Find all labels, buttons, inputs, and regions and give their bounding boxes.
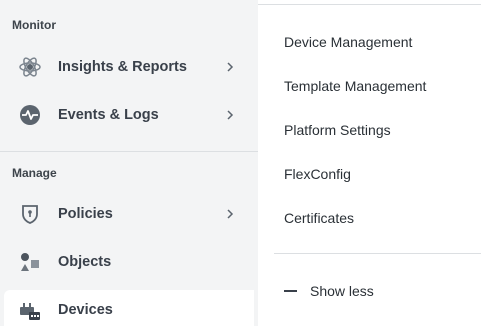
- sidebar-item-devices[interactable]: Devices: [4, 290, 254, 326]
- panel-divider-top: [258, 4, 481, 5]
- show-less-label: Show less: [310, 283, 374, 299]
- sidebar-item-insights-reports[interactable]: Insights & Reports: [4, 45, 254, 89]
- sidebar-item-label: Events & Logs: [58, 107, 159, 123]
- minus-icon: [284, 290, 297, 292]
- sidebar-item-label: Objects: [58, 254, 112, 270]
- chevron-right-icon: [224, 208, 236, 220]
- submenu-platform-settings[interactable]: Platform Settings: [284, 122, 391, 138]
- sidebar-item-label: Insights & Reports: [58, 59, 187, 75]
- insights-icon: [18, 55, 42, 79]
- shield-icon: [18, 202, 42, 226]
- sidebar-item-objects[interactable]: Objects: [4, 240, 254, 284]
- panel-divider: [274, 253, 481, 254]
- submenu-flexconfig[interactable]: FlexConfig: [284, 166, 351, 182]
- sidebar-item-policies[interactable]: Policies: [4, 192, 254, 236]
- devices-icon: [18, 298, 42, 322]
- show-less-button[interactable]: Show less: [284, 282, 374, 300]
- sidebar-item-events-logs[interactable]: Events & Logs: [4, 93, 254, 137]
- chevron-right-icon: [224, 61, 236, 73]
- objects-icon: [18, 250, 42, 274]
- submenu-certificates[interactable]: Certificates: [284, 210, 354, 226]
- monitor-section-title: Monitor: [12, 18, 56, 32]
- events-icon: [18, 103, 42, 127]
- chevron-right-icon: [224, 109, 236, 121]
- manage-section-title: Manage: [12, 166, 57, 180]
- section-divider: [0, 151, 258, 152]
- submenu-template-management[interactable]: Template Management: [284, 78, 426, 94]
- sidebar-item-label: Devices: [58, 302, 113, 318]
- submenu-device-management[interactable]: Device Management: [284, 34, 412, 50]
- sidebar-item-label: Policies: [58, 206, 113, 222]
